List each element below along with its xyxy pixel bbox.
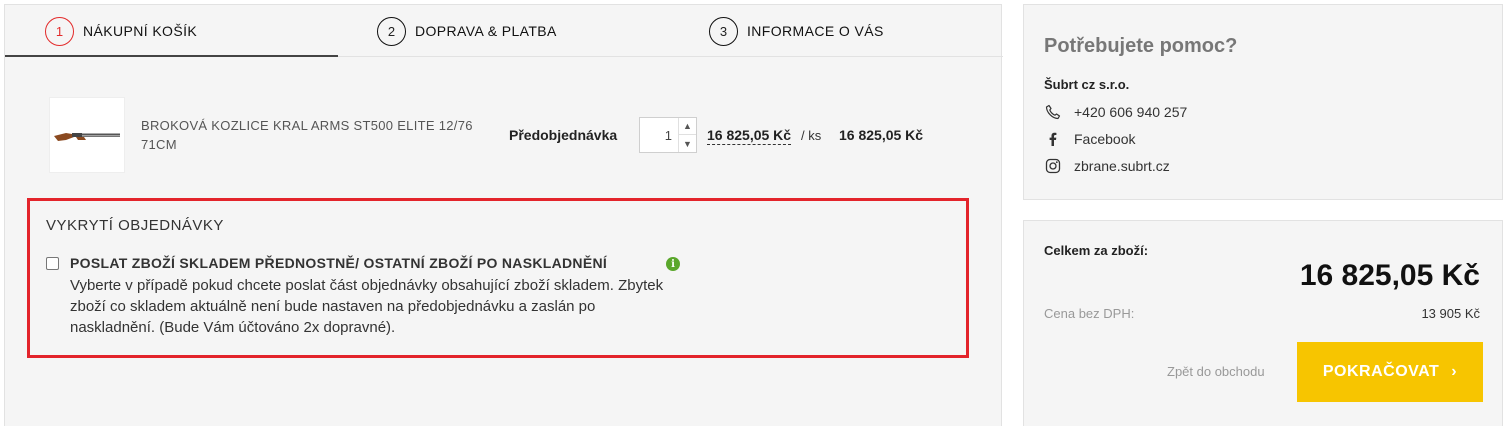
company-name: Šubrt cz s.r.o. — [1044, 77, 1130, 92]
instagram-label: zbrane.subrt.cz — [1074, 158, 1170, 174]
quantity-input[interactable] — [640, 118, 678, 152]
availability-status: Předobjednávka — [509, 127, 618, 143]
per-unit-label: / ks — [801, 128, 822, 143]
back-to-shop-link[interactable]: Zpět do obchodu — [1167, 364, 1265, 379]
chevron-right-icon: › — [1451, 363, 1458, 380]
step-shipping-payment[interactable]: 2 DOPRAVA & PLATBA — [377, 5, 557, 57]
fulfillment-title: VYKRYTÍ OBJEDNÁVKY — [46, 217, 224, 234]
order-summary: Celkem za zboží: 16 825,05 Kč Cena bez D… — [1023, 220, 1503, 426]
continue-button[interactable]: POKRAČOVAT › — [1297, 342, 1483, 402]
item-total: 16 825,05 Kč — [839, 127, 924, 143]
step-label: INFORMACE O VÁS — [747, 23, 884, 39]
price-without-vat-label: Cena bez DPH: — [1044, 306, 1135, 321]
step-cart[interactable]: 1 NÁKUPNÍ KOŠÍK — [45, 5, 197, 57]
help-box: Potřebujete pomoc? Šubrt cz s.r.o. +420 … — [1023, 4, 1503, 200]
product-name[interactable]: BROKOVÁ KOZLICE KRAL ARMS ST500 ELITE 12… — [141, 116, 511, 154]
step-number: 2 — [377, 16, 406, 46]
split-shipment-label[interactable]: POSLAT ZBOŽÍ SKLADEM PŘEDNOSTNĚ/ OSTATNÍ… — [70, 255, 607, 271]
facebook-icon — [1044, 130, 1062, 148]
facebook-label: Facebook — [1074, 131, 1136, 147]
instagram-icon — [1044, 157, 1062, 175]
continue-label: POKRAČOVAT — [1322, 363, 1440, 380]
phone-contact[interactable]: +420 606 940 257 — [1044, 103, 1187, 121]
phone-number: +420 606 940 257 — [1074, 104, 1188, 120]
quantity-stepper[interactable]: ▲ ▼ — [639, 117, 697, 153]
quantity-spinner: ▲ ▼ — [678, 118, 696, 152]
facebook-link[interactable]: Facebook — [1044, 130, 1135, 148]
step-customer-info[interactable]: 3 INFORMACE O VÁS — [709, 5, 884, 57]
step-number: 1 — [45, 16, 74, 46]
phone-icon — [1044, 103, 1062, 121]
active-step-underline — [5, 55, 338, 57]
help-title: Potřebujete pomoc? — [1044, 35, 1238, 57]
shotgun-icon — [54, 133, 120, 141]
split-shipment-description: Vyberte v případě pokud chcete poslat čá… — [70, 277, 664, 336]
product-image[interactable] — [49, 97, 125, 173]
unit-price[interactable]: 16 825,05 Kč — [707, 127, 792, 145]
quantity-up-icon[interactable]: ▲ — [679, 118, 696, 135]
cart-item: BROKOVÁ KOZLICE KRAL ARMS ST500 ELITE 12… — [49, 97, 949, 173]
total-label: Celkem za zboží: — [1044, 243, 1149, 258]
split-shipment-checkbox[interactable] — [46, 257, 59, 270]
step-number: 3 — [709, 16, 738, 46]
order-fulfillment-box: VYKRYTÍ OBJEDNÁVKY POSLAT ZBOŽÍ SKLADEM … — [27, 198, 969, 358]
instagram-link[interactable]: zbrane.subrt.cz — [1044, 157, 1170, 175]
quantity-down-icon[interactable]: ▼ — [679, 135, 696, 152]
step-label: DOPRAVA & PLATBA — [415, 23, 557, 39]
checkout-steps: 1 NÁKUPNÍ KOŠÍK 2 DOPRAVA & PLATBA 3 INF… — [5, 5, 1003, 57]
info-icon[interactable]: i — [666, 257, 680, 271]
total-value: 16 825,05 Kč — [1299, 259, 1480, 292]
price-without-vat-value: 13 905 Kč — [1421, 306, 1480, 321]
cart-panel: 1 NÁKUPNÍ KOŠÍK 2 DOPRAVA & PLATBA 3 INF… — [4, 4, 1003, 426]
step-label: NÁKUPNÍ KOŠÍK — [83, 23, 198, 39]
